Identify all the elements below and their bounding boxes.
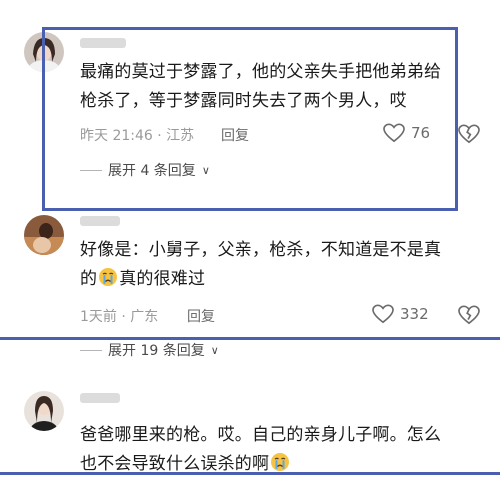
dislike-button[interactable] — [458, 305, 480, 329]
comment-text-line: 最痛的莫过于梦露了，他的父亲失手把他弟弟给 — [80, 62, 442, 82]
like-button[interactable]: 76 — [383, 123, 430, 143]
divider-line — [80, 169, 102, 171]
broken-heart-icon — [458, 305, 480, 325]
highlight-line — [0, 337, 500, 340]
username-placeholder[interactable] — [80, 393, 120, 403]
comment-text-segment: 也不会导致什么误杀的啊 — [80, 454, 270, 474]
avatar[interactable] — [24, 32, 64, 72]
comment-2: 好像是：小舅子，父亲，枪杀，不知道是不是真 的 真的很难过 1天前 · 广东 回… — [0, 205, 500, 365]
avatar[interactable] — [24, 215, 64, 255]
chevron-down-icon: ∨ — [210, 343, 219, 357]
expand-replies-button[interactable]: 展开 19 条回复 ∨ — [80, 340, 219, 360]
expand-replies-label: 展开 19 条回复 — [108, 343, 205, 359]
comment-text-line: 好像是：小舅子，父亲，枪杀，不知道是不是真 — [80, 240, 442, 260]
comment-text: 好像是：小舅子，父亲，枪杀，不知道是不是真 的 真的很难过 — [80, 236, 480, 294]
comment-1: 最痛的莫过于梦露了，他的父亲失手把他弟弟给 枪杀了，等于梦露同时失去了两个男人，… — [0, 0, 500, 190]
like-count: 332 — [400, 305, 429, 323]
like-button[interactable]: 332 — [372, 304, 429, 324]
comment-time-location: 昨天 21:46 · 江苏 — [80, 128, 195, 144]
comment-text: 最痛的莫过于梦露了，他的父亲失手把他弟弟给 枪杀了，等于梦露同时失去了两个男人，… — [80, 58, 480, 116]
highlight-line — [0, 472, 500, 475]
crying-face-emoji — [99, 268, 118, 286]
comment-time-location: 1天前 · 广东 — [80, 309, 159, 325]
comment-text-line: 爸爸哪里来的枪。哎。自己的亲身儿子啊。怎么 — [80, 425, 442, 445]
comment-text-line: 的 真的很难过 — [80, 265, 480, 294]
heart-outline-icon — [372, 304, 394, 324]
crying-face-emoji — [271, 453, 290, 471]
expand-replies-button[interactable]: 展开 4 条回复 ∨ — [80, 160, 210, 180]
comment-text-line: 枪杀了，等于梦露同时失去了两个男人，哎 — [80, 91, 407, 111]
chevron-down-icon: ∨ — [201, 163, 210, 177]
comment-text-segment: 的 — [80, 269, 98, 289]
comment-text: 爸爸哪里来的枪。哎。自己的亲身儿子啊。怎么 也不会导致什么误杀的啊 — [80, 421, 480, 479]
reply-button[interactable]: 回复 — [187, 306, 215, 326]
reply-button[interactable]: 回复 — [221, 125, 249, 145]
comment-3: 爸爸哪里来的枪。哎。自己的亲身儿子啊。怎么 也不会导致什么误杀的啊 — [0, 375, 500, 485]
dislike-button[interactable] — [458, 124, 480, 148]
like-count: 76 — [411, 124, 431, 142]
comment-text-segment: 真的很难过 — [119, 269, 206, 289]
heart-outline-icon — [383, 123, 405, 143]
expand-replies-label: 展开 4 条回复 — [108, 163, 196, 179]
avatar[interactable] — [24, 391, 64, 431]
broken-heart-icon — [458, 124, 480, 144]
divider-line — [80, 349, 102, 351]
username-placeholder[interactable] — [80, 38, 126, 48]
username-placeholder[interactable] — [80, 216, 120, 226]
